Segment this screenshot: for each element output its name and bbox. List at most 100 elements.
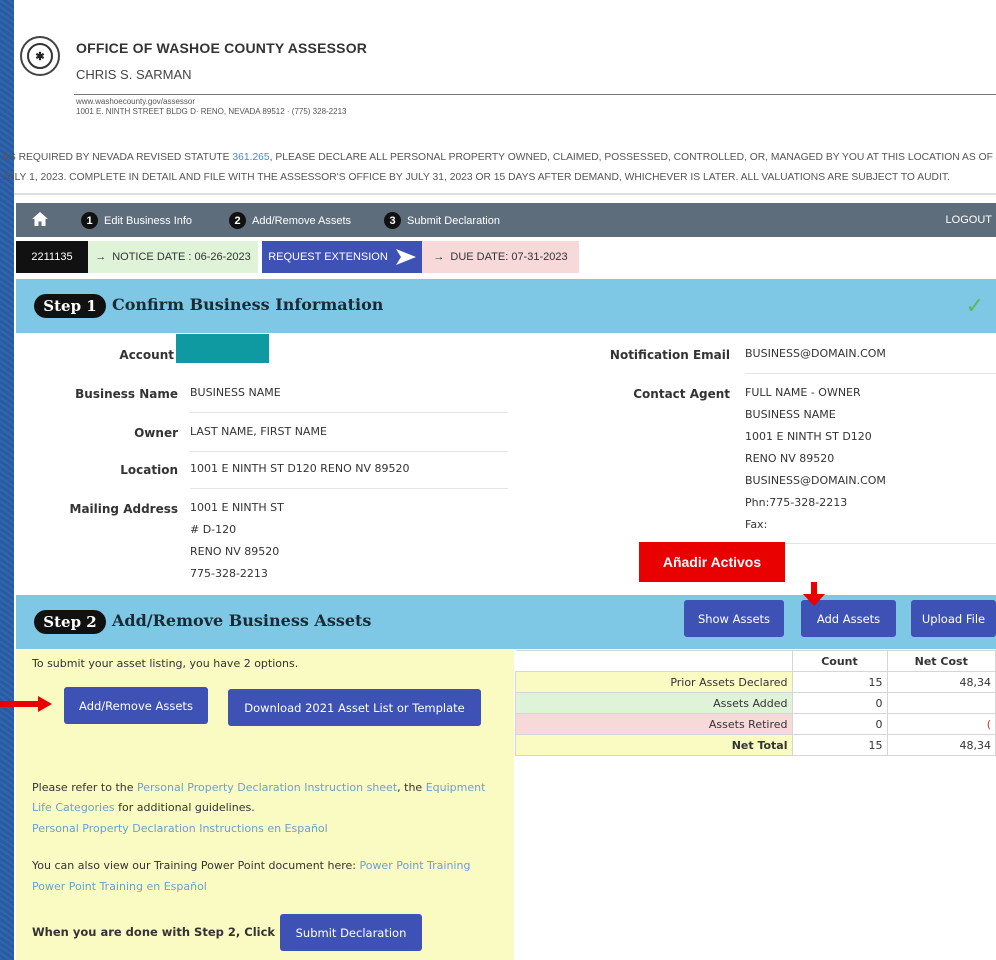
instruction-sheet-link[interactable]: Personal Property Declaration Instructio… — [137, 781, 397, 794]
statute-link[interactable]: 361.265 — [232, 152, 269, 163]
header-divider — [74, 94, 996, 95]
step-nav-bar: 1 Edit Business Info 2 Add/Remove Assets… — [16, 203, 996, 237]
checkmark-icon: ✓ — [965, 293, 984, 318]
guidelines-text: Please refer to the Personal Property De… — [32, 778, 502, 818]
table-row: Assets Retired 0 ( — [515, 713, 996, 735]
power-point-spanish-link[interactable]: Power Point Training en Español — [32, 880, 207, 893]
nav-step-edit-business-info[interactable]: 1 Edit Business Info — [81, 212, 192, 229]
contact-agent-label: Contact Agent — [633, 387, 730, 401]
statute-notice: AS REQUIRED BY NEVADA REVISED STATUTE 36… — [2, 148, 994, 188]
contact-agent-line: 1001 E NINTH ST D120 — [745, 430, 872, 443]
row-label: Assets Added — [515, 692, 793, 714]
callout-arrow-down-icon — [803, 594, 825, 606]
county-seal-icon: ✱ — [20, 36, 60, 76]
notice-date-box: → NOTICE DATE : 06-26-2023 — [88, 241, 258, 273]
mailing-address-line: 775-328-2213 — [190, 567, 268, 580]
options-text: To submit your asset listing, you have 2… — [32, 657, 299, 670]
business-name-value: BUSINESS NAME — [190, 386, 281, 399]
nav-step-add-remove-assets[interactable]: 2 Add/Remove Assets — [229, 212, 351, 229]
add-remove-assets-button[interactable]: Add/Remove Assets — [64, 687, 208, 724]
row-divider — [190, 451, 508, 452]
website-text: www.washoecounty.gov/assessor — [76, 97, 196, 106]
office-title: OFFICE OF WASHOE COUNTY ASSESSOR — [76, 40, 368, 56]
notice-text-part1: AS REQUIRED BY NEVADA REVISED STATUTE — [2, 152, 233, 163]
training-text: You can also view our Training Power Poi… — [32, 859, 470, 872]
row-count: 15 — [791, 734, 888, 756]
show-assets-button[interactable]: Show Assets — [684, 600, 784, 637]
add-assets-callout: Añadir Activos — [639, 542, 785, 582]
contact-agent-line: FULL NAME - OWNER — [745, 386, 861, 399]
table-header-cell: Count — [791, 650, 888, 672]
step-number-badge: 3 — [384, 212, 401, 229]
location-value: 1001 E NINTH ST D120 RENO NV 89520 — [190, 462, 410, 475]
notification-email-value: BUSINESS@DOMAIN.COM — [745, 347, 886, 360]
pointer-arrow-right-icon — [38, 696, 52, 712]
contact-agent-line: BUSINESS@DOMAIN.COM — [745, 474, 886, 487]
contact-agent-line: Fax: — [745, 518, 768, 531]
asset-summary-table: Count Net Cost Prior Assets Declared 15 … — [515, 650, 996, 756]
step1-banner: Step 1 Confirm Business Information ✓ — [16, 279, 996, 333]
owner-value: LAST NAME, FIRST NAME — [190, 425, 327, 438]
done-step2-text: When you are done with Step 2, Click — [32, 925, 276, 939]
row-net-cost: 48,34 — [886, 671, 996, 693]
assessor-name: CHRIS S. SARMAN — [76, 67, 192, 82]
due-date-box: → DUE DATE: 07-31-2023 — [422, 241, 579, 273]
power-point-training-link[interactable]: Power Point Training — [359, 859, 470, 872]
office-address: 1001 E. NINTH STREET BLDG D· RENO, NEVAD… — [76, 107, 347, 116]
guidelines-suffix: for additional guidelines. — [114, 801, 255, 814]
contact-agent-line: Phn:775-328-2213 — [745, 496, 848, 509]
guidelines-mid: , the — [397, 781, 426, 794]
table-header-row: Count Net Cost — [515, 650, 996, 672]
table-row: Net Total 15 48,34 — [515, 734, 996, 756]
spanish-instructions-link[interactable]: Personal Property Declaration Instructio… — [32, 822, 328, 835]
submit-declaration-button[interactable]: Submit Declaration — [280, 914, 422, 951]
row-count: 0 — [791, 713, 888, 735]
pointer-arrow-shaft — [0, 701, 40, 707]
step1-pill: Step 1 — [34, 294, 106, 318]
row-divider — [190, 412, 508, 413]
account-number-badge: 2211135 — [16, 241, 88, 273]
owner-label: Owner — [134, 426, 178, 440]
upload-file-button[interactable]: Upload File — [911, 600, 996, 637]
step-number-badge: 2 — [229, 212, 246, 229]
row-net-cost: ( — [886, 713, 996, 735]
row-net-cost: 48,34 — [886, 734, 996, 756]
notice-divider — [14, 193, 996, 195]
notice-date-text: NOTICE DATE : 06-26-2023 — [112, 251, 251, 263]
home-icon[interactable] — [32, 212, 48, 229]
location-label: Location — [120, 463, 178, 477]
table-header-cell: Net Cost — [886, 650, 996, 672]
row-count: 15 — [791, 671, 888, 693]
due-date-text: DUE DATE: 07-31-2023 — [450, 251, 568, 263]
row-divider — [745, 373, 996, 374]
step1-title: Confirm Business Information — [112, 295, 384, 314]
row-label: Prior Assets Declared — [515, 671, 793, 693]
table-row: Prior Assets Declared 15 48,34 — [515, 671, 996, 693]
row-label: Net Total — [515, 734, 793, 756]
mailing-address-label: Mailing Address — [69, 502, 179, 516]
request-extension-label: REQUEST EXTENSION — [268, 251, 388, 263]
account-label: Account — [119, 348, 174, 362]
arrow-right-icon: → — [95, 251, 107, 263]
mailing-address-line: 1001 E NINTH ST — [190, 501, 284, 514]
row-net-cost — [886, 692, 996, 714]
training-prefix: You can also view our Training Power Poi… — [32, 859, 360, 872]
assessor-page: ✱ OFFICE OF WASHOE COUNTY ASSESSOR CHRIS… — [0, 0, 996, 960]
mailing-address-line: # D-120 — [190, 523, 237, 536]
nav-step-submit-declaration[interactable]: 3 Submit Declaration — [384, 212, 500, 229]
notification-email-label: Notification Email — [609, 348, 730, 362]
contact-agent-line: RENO NV 89520 — [745, 452, 835, 465]
table-header-cell — [515, 650, 793, 672]
logout-link[interactable]: LOGOUT — [946, 214, 992, 226]
download-asset-list-button[interactable]: Download 2021 Asset List or Template — [228, 689, 481, 726]
send-arrow-icon — [395, 249, 416, 265]
nav-step-label: Submit Declaration — [407, 214, 500, 227]
step2-pill: Step 2 — [34, 610, 106, 634]
business-name-label: Business Name — [75, 387, 178, 401]
account-redacted-field — [176, 334, 269, 363]
row-label: Assets Retired — [515, 713, 793, 735]
request-extension-button[interactable]: REQUEST EXTENSION — [262, 241, 422, 273]
step-number-badge: 1 — [81, 212, 98, 229]
contact-agent-line: BUSINESS NAME — [745, 408, 836, 421]
arrow-right-icon: → — [433, 251, 445, 263]
